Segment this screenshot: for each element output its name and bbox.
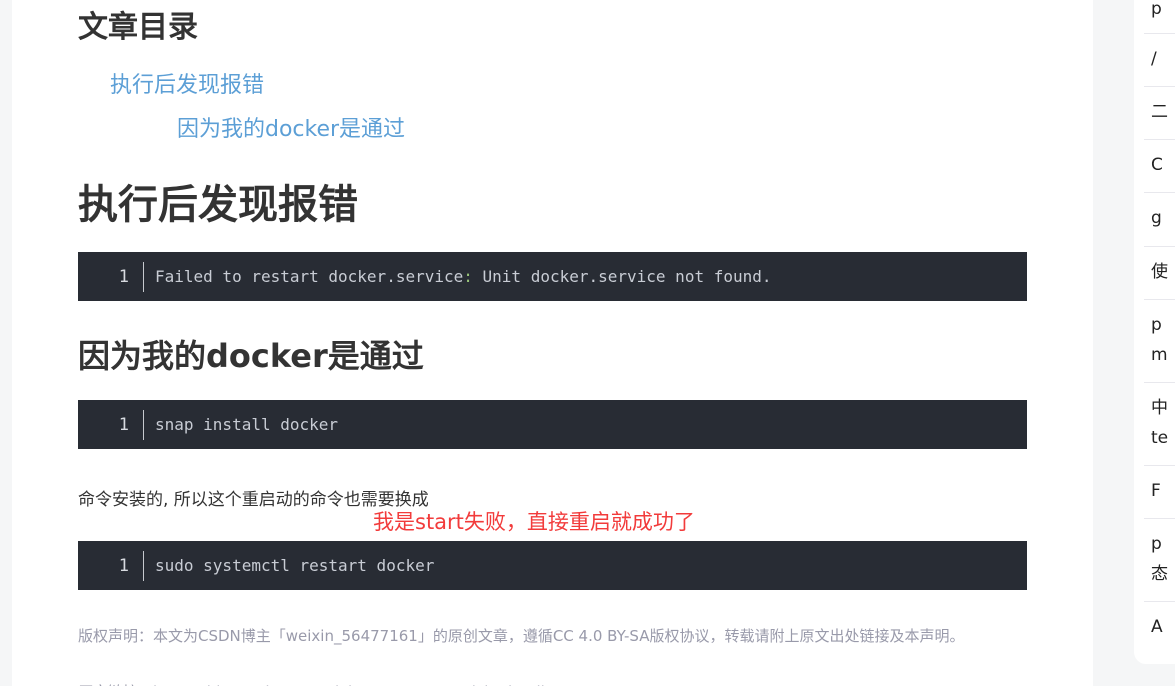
copyright-notice: 版权声明：本文为CSDN博主「weixin_56477161」的原创文章，遵循C… bbox=[78, 627, 965, 645]
line-number: 1 bbox=[78, 410, 144, 440]
toc-link-docker[interactable]: 因为我的docker是通过 bbox=[177, 115, 405, 145]
section-heading-docker: 因为我的docker是通过 bbox=[78, 337, 424, 375]
sidebar-item[interactable]: 二 bbox=[1144, 87, 1175, 140]
article-content: 文章目录 执行后发现报错 因为我的docker是通过 执行后发现报错 1 Fai… bbox=[12, 0, 1093, 686]
line-number: 1 bbox=[78, 262, 144, 292]
code-block-snap-install: 1 snap install docker bbox=[78, 400, 1027, 449]
code-block-restart: 1 sudo systemctl restart docker bbox=[78, 541, 1027, 590]
sidebar-item[interactable]: F bbox=[1144, 466, 1175, 519]
sidebar-item[interactable]: pm bbox=[1144, 300, 1175, 383]
toc-link-error[interactable]: 执行后发现报错 bbox=[110, 71, 264, 101]
sidebar-item[interactable]: C bbox=[1144, 140, 1175, 193]
sidebar-item[interactable]: 使 bbox=[1144, 247, 1175, 300]
red-annotation: 我是start失败，直接重启就成功了 bbox=[373, 510, 695, 534]
code-line[interactable]: snap install docker bbox=[155, 410, 338, 440]
right-sidebar: p / 二 C g 使 pm 中 te F p态 A bbox=[1134, 0, 1175, 664]
sidebar-item[interactable]: 中 te bbox=[1144, 383, 1175, 466]
sidebar-item[interactable]: g bbox=[1144, 193, 1175, 247]
line-number: 1 bbox=[78, 551, 144, 581]
code-line[interactable]: sudo systemctl restart docker bbox=[155, 551, 434, 581]
code-block-error: 1 Failed to restart docker.service: Unit… bbox=[78, 252, 1027, 301]
section-heading-error: 执行后发现报错 bbox=[78, 182, 358, 228]
sidebar-item[interactable]: p态 bbox=[1144, 519, 1175, 602]
toc-title: 文章目录 bbox=[78, 10, 198, 45]
original-link[interactable]: 原文链接：https://blog.csdn.net/weixin_564771… bbox=[78, 678, 644, 686]
code-line[interactable]: Failed to restart docker.service: Unit d… bbox=[155, 262, 772, 292]
sidebar-item[interactable]: / bbox=[1144, 34, 1175, 87]
sidebar-item[interactable]: A bbox=[1144, 602, 1175, 664]
sidebar-item[interactable]: p bbox=[1144, 0, 1175, 34]
